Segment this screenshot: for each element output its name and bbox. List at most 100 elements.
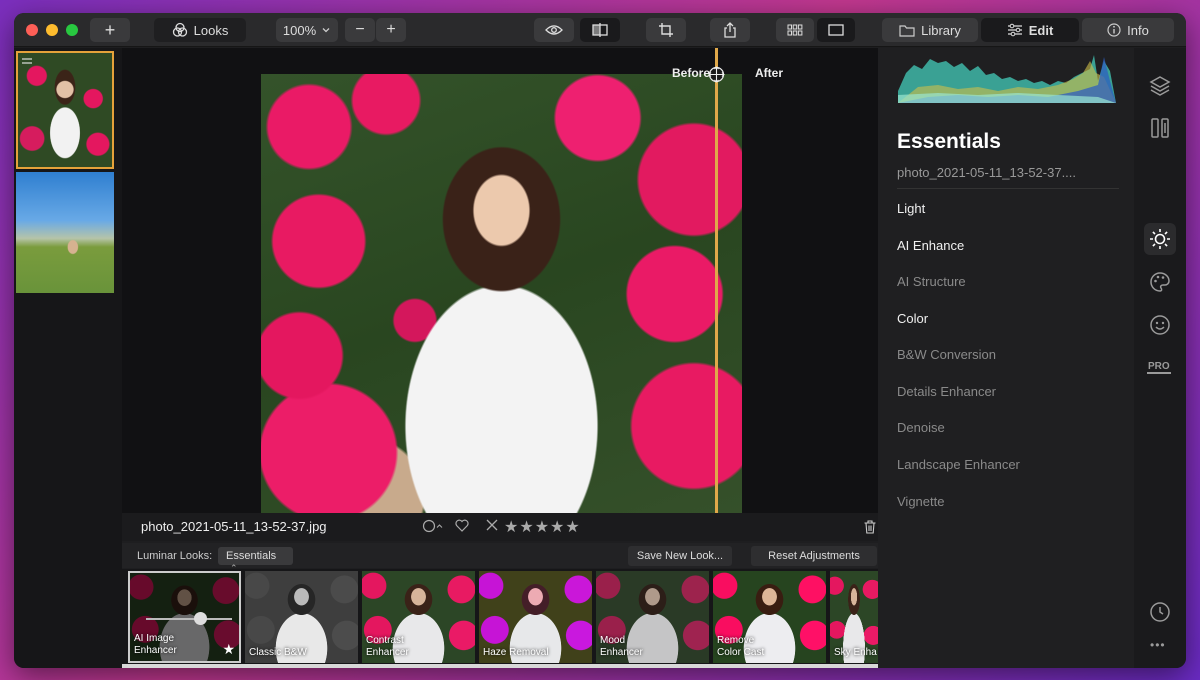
- chevron-down-icon: [322, 28, 330, 33]
- before-after-button[interactable]: [580, 18, 620, 42]
- creative-palette-icon[interactable]: [1148, 270, 1172, 294]
- zoom-select[interactable]: 100%: [276, 18, 338, 42]
- sliders-icon: [1007, 23, 1022, 37]
- look-name-line: Haze Removal: [483, 647, 549, 658]
- single-image-icon: [828, 24, 844, 36]
- tab-edit[interactable]: Edit: [981, 18, 1079, 42]
- look-contrast-enhancer[interactable]: Contrast Enhancer: [362, 571, 475, 663]
- tool-landscape-enhancer[interactable]: Landscape Enhancer: [897, 457, 1020, 472]
- histogram: [898, 55, 1116, 103]
- more-options-icon[interactable]: •••: [1150, 638, 1166, 652]
- look-name-line: Remove: [717, 635, 755, 646]
- look-remove-color-cast[interactable]: Remove Color Cast: [713, 571, 826, 663]
- image-filename: photo_2021-05-11_13-52-37.jpg: [141, 519, 327, 534]
- color-label-picker[interactable]: [422, 519, 444, 533]
- filmstrip-thumbnail-1[interactable]: [16, 51, 114, 169]
- tool-denoise[interactable]: Denoise: [897, 420, 945, 435]
- main-photo: [261, 74, 742, 514]
- edit-panel: Essentials photo_2021-05-11_13-52-37....…: [878, 48, 1134, 668]
- looks-button[interactable]: Looks: [154, 18, 246, 42]
- star-rating[interactable]: ★★★★★: [504, 517, 581, 537]
- tab-info[interactable]: Info: [1082, 18, 1174, 42]
- tool-ai-structure[interactable]: AI Structure: [897, 274, 966, 289]
- app-window: + Looks 100% − + Library Edit Info Befor…: [14, 13, 1186, 668]
- grid-view-button[interactable]: [776, 18, 814, 42]
- reset-adjustments-button[interactable]: Reset Adjustments: [751, 546, 877, 566]
- edited-sliders-icon: [22, 58, 32, 64]
- add-photos-button[interactable]: +: [90, 18, 130, 42]
- tool-vignette[interactable]: Vignette: [897, 494, 944, 509]
- minimize-window-button[interactable]: [46, 24, 58, 36]
- tool-color[interactable]: Color: [897, 311, 928, 326]
- info-icon: [1107, 23, 1121, 37]
- zoom-in-button[interactable]: +: [376, 18, 406, 42]
- portrait-face-icon[interactable]: [1148, 313, 1172, 337]
- share-button[interactable]: [710, 18, 750, 42]
- single-view-button[interactable]: [817, 18, 855, 42]
- star-icon[interactable]: ★: [222, 641, 235, 658]
- tab-info-label: Info: [1127, 22, 1149, 38]
- looks-collection-select[interactable]: Essentials ⌃: [218, 547, 293, 573]
- history-clock-icon[interactable]: [1148, 600, 1172, 624]
- heart-icon: [455, 519, 469, 532]
- essentials-tab[interactable]: [1144, 223, 1176, 255]
- look-ai-image-enhancer[interactable]: AI Image Enhancer ★: [128, 571, 241, 663]
- split-view-icon: [592, 23, 608, 37]
- close-icon: [486, 519, 498, 531]
- look-name: Remove Color Cast: [717, 635, 764, 659]
- tool-details-enhancer[interactable]: Details Enhancer: [897, 384, 996, 399]
- looks-scrollbar[interactable]: [122, 664, 878, 668]
- filmstrip-thumbnail-2[interactable]: [16, 172, 114, 293]
- thumbnail-image: [18, 53, 112, 167]
- look-name-line: Color Cast: [717, 647, 765, 658]
- image-canvas[interactable]: Before After: [122, 48, 878, 528]
- look-name: Classic B&W: [249, 647, 307, 659]
- look-haze-removal[interactable]: Haze Removal: [479, 571, 592, 663]
- look-name-line: Enhancer: [600, 647, 643, 658]
- after-label: After: [755, 66, 784, 80]
- looks-collection-value: Essentials: [226, 550, 277, 562]
- canvas-tools-icon[interactable]: [1148, 116, 1172, 140]
- tab-library[interactable]: Library: [882, 18, 978, 42]
- zoom-out-button[interactable]: −: [345, 18, 375, 42]
- zoom-value: 100%: [282, 22, 317, 38]
- look-name: Sky Enha: [834, 647, 877, 659]
- zoom-window-button[interactable]: [66, 24, 78, 36]
- tab-edit-label: Edit: [1028, 22, 1054, 38]
- layers-icon[interactable]: [1148, 74, 1172, 98]
- look-amount-knob[interactable]: [194, 612, 207, 625]
- look-amount-slider[interactable]: [146, 618, 232, 620]
- tool-bw-conversion[interactable]: B&W Conversion: [897, 347, 996, 362]
- filmstrip: [14, 48, 122, 668]
- look-name-line: AI Image: [134, 633, 175, 644]
- tool-light[interactable]: Light: [897, 201, 925, 216]
- look-name: Haze Removal: [483, 647, 549, 659]
- looks-label: Looks: [193, 22, 229, 38]
- look-sky-enhancer[interactable]: Sky Enha: [830, 571, 878, 663]
- preview-button[interactable]: [534, 18, 574, 42]
- look-classic-bw[interactable]: Classic B&W: [245, 571, 358, 663]
- before-after-divider[interactable]: [715, 48, 718, 528]
- look-name-line: Mood: [600, 635, 626, 646]
- save-new-look-button[interactable]: Save New Look...: [628, 546, 732, 566]
- close-window-button[interactable]: [26, 24, 38, 36]
- looks-icon: [172, 22, 187, 37]
- look-name-line: Enhancer: [366, 647, 409, 658]
- trash-icon: [864, 520, 876, 534]
- favorite-button[interactable]: [455, 519, 469, 532]
- look-mood-enhancer[interactable]: Mood Enhancer: [596, 571, 709, 663]
- look-name-line: Contrast: [366, 635, 404, 646]
- luminar-looks-label: Luminar Looks:: [137, 550, 213, 562]
- look-name-line: Sky Enha: [834, 647, 877, 658]
- eye-icon: [545, 25, 563, 35]
- tool-ai-enhance[interactable]: AI Enhance: [897, 238, 964, 253]
- delete-button[interactable]: [864, 520, 876, 534]
- thumbnail-image: [16, 172, 114, 293]
- toolbar: + Looks 100% − + Library Edit Info: [14, 13, 1186, 47]
- pro-tools-badge[interactable]: PRO: [1147, 361, 1171, 374]
- reject-button[interactable]: [486, 519, 498, 531]
- before-label: Before: [672, 66, 711, 80]
- crop-icon: [659, 23, 673, 37]
- crop-button[interactable]: [646, 18, 686, 42]
- grid-icon: [787, 24, 803, 36]
